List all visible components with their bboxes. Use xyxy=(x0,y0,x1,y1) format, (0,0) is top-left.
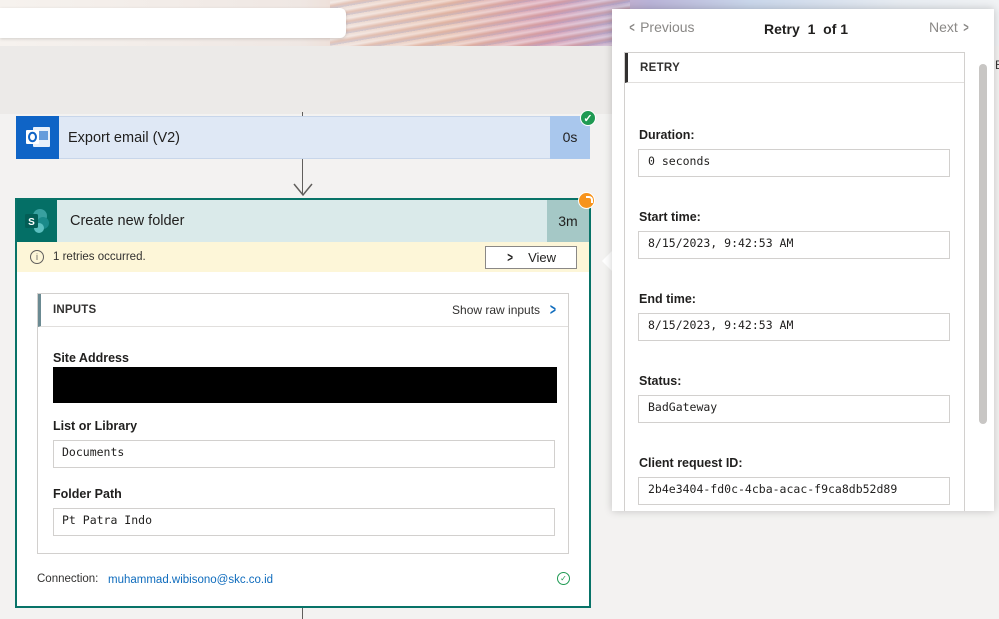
retry-details-panel: < Previous Retry 1 of 1 Next > RETRY Dur… xyxy=(612,9,994,511)
duration-label: Duration: xyxy=(639,128,695,142)
chevron-right-icon: > xyxy=(963,19,969,35)
duration-value: 0 seconds xyxy=(638,149,950,177)
connection-account-link[interactable]: muhammad.wibisono@skc.co.id xyxy=(108,574,273,586)
canvas-band xyxy=(0,46,612,114)
retry-notice-text: 1 retries occurred. xyxy=(53,251,146,263)
end-time-label: End time: xyxy=(639,292,696,306)
start-time-label: Start time: xyxy=(639,210,701,224)
previous-button[interactable]: < Previous xyxy=(628,19,695,35)
connection-label: Connection: xyxy=(37,573,99,585)
retry-counter: Retry 1 of 1 xyxy=(764,21,848,37)
panel-pointer xyxy=(602,251,612,271)
client-request-id-label: Client request ID: xyxy=(639,456,743,470)
export-email-step[interactable]: Export email (V2) 0s xyxy=(16,115,590,159)
retry-total: 1 xyxy=(840,21,849,37)
success-check-icon: ✓ xyxy=(580,110,596,126)
step-title: Export email (V2) xyxy=(68,129,181,146)
scrollbar-thumb[interactable] xyxy=(979,64,987,424)
chevron-right-icon: > xyxy=(507,249,513,265)
retry-detail-section: RETRY Duration: 0 seconds Start time: 8/… xyxy=(624,52,965,511)
next-button[interactable]: Next > xyxy=(929,19,970,35)
chevron-right-icon[interactable]: > xyxy=(550,300,556,320)
connection-ok-icon: ✓ xyxy=(557,572,570,585)
outlook-icon xyxy=(16,115,59,159)
status-value: BadGateway xyxy=(638,395,950,423)
retry-current: 1 xyxy=(807,21,816,37)
list-library-value: Documents xyxy=(53,440,555,468)
step-header[interactable]: S Create new folder 3m xyxy=(17,200,589,242)
connector-arrow-icon xyxy=(293,183,313,197)
site-address-label: Site Address xyxy=(53,351,129,365)
view-button-label: View xyxy=(528,249,557,265)
folder-path-value: Pt Patra Indo xyxy=(53,508,555,536)
retry-counter-prefix: Retry xyxy=(764,21,800,37)
list-library-label: List or Library xyxy=(53,419,138,433)
svg-text:S: S xyxy=(28,217,35,228)
step-title: Create new folder xyxy=(70,213,185,229)
folder-path-label: Folder Path xyxy=(53,487,122,501)
start-time-value: 8/15/2023, 9:42:53 AM xyxy=(638,231,950,259)
inputs-header: INPUTS Show raw inputs > xyxy=(38,294,568,327)
show-raw-inputs-link[interactable]: Show raw inputs xyxy=(452,303,540,317)
retry-section-title: RETRY xyxy=(640,62,681,74)
search-input[interactable] xyxy=(0,8,346,38)
retry-warning-icon xyxy=(578,192,595,209)
inputs-title: INPUTS xyxy=(53,304,97,316)
retry-section-header: RETRY xyxy=(625,53,964,83)
client-request-id-value: 2b4e3404-fd0c-4cba-acac-f9ca8db52d89 xyxy=(638,477,950,505)
next-label: Next xyxy=(929,19,958,35)
connector-line xyxy=(302,608,303,619)
retry-pager: < Previous Retry 1 of 1 Next > xyxy=(612,9,994,49)
create-folder-step: S Create new folder 3m i 1 retries occur… xyxy=(15,198,591,608)
status-label: Status: xyxy=(639,374,682,388)
chevron-left-icon: < xyxy=(629,19,635,35)
view-retries-button[interactable]: > View xyxy=(485,245,577,269)
previous-label: Previous xyxy=(640,19,695,35)
sharepoint-icon: S xyxy=(17,200,57,242)
retry-of: of xyxy=(823,21,837,37)
panel-scrollbar[interactable] xyxy=(977,54,989,509)
retry-notice-bar: i 1 retries occurred. > View xyxy=(17,242,589,272)
inputs-section: INPUTS Show raw inputs > Site Address Li… xyxy=(37,293,569,554)
banner-decoration xyxy=(330,0,630,46)
site-address-value-redacted xyxy=(53,367,557,403)
end-time-value: 8/15/2023, 9:42:53 AM xyxy=(638,313,950,341)
info-icon: i xyxy=(30,250,44,264)
edge-text: E xyxy=(995,58,999,72)
